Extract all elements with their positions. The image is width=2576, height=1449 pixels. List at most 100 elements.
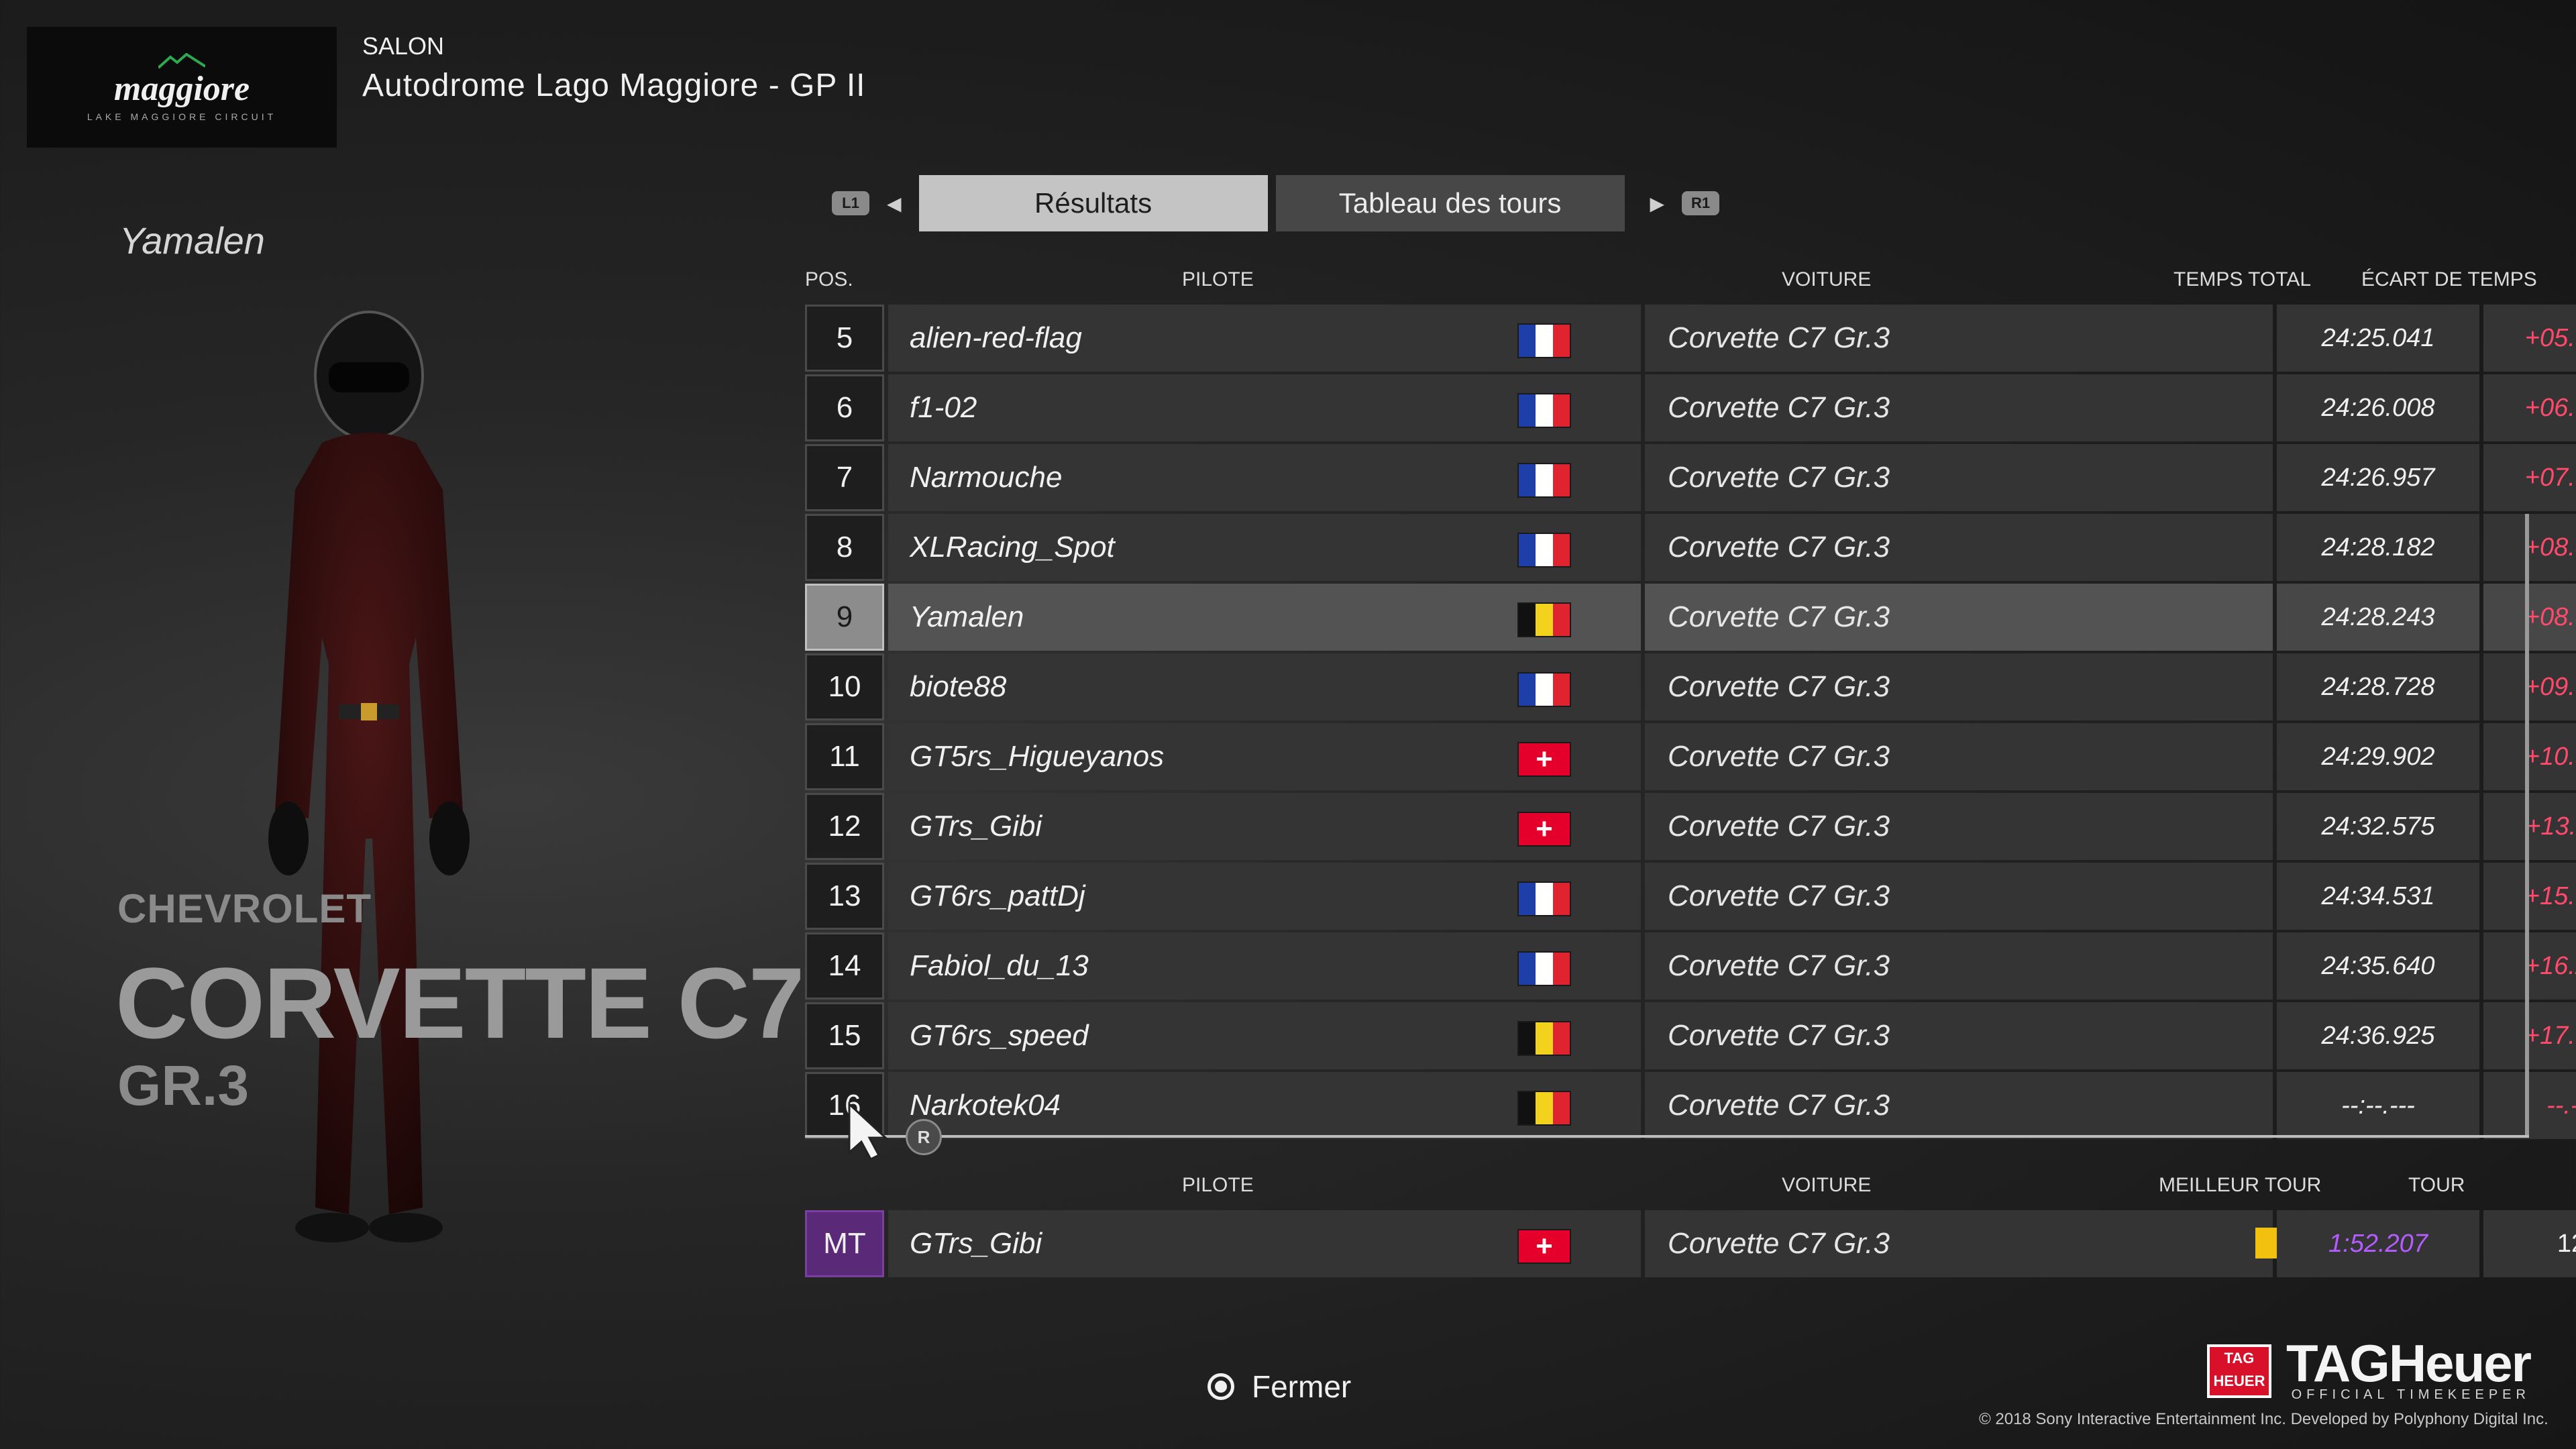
results-tabs: L1 ◀ Résultats Tableau des tours ▶ R1: [832, 174, 1720, 232]
l1-button-icon[interactable]: L1: [832, 191, 869, 215]
best-lap-number: 12: [2483, 1210, 2576, 1277]
pilot-name: biote88: [910, 670, 1007, 703]
results-header: POS. PILOTE VOITURE TEMPS TOTAL ÉCART DE…: [0, 268, 2576, 295]
table-row-selected[interactable]: 9 Yamalen Corvette C7 Gr.3 24:28.243+08.879: [805, 584, 2576, 653]
total-time: 24:28.728: [2277, 653, 2479, 720]
total-time: 24:32.575: [2277, 793, 2479, 860]
table-row[interactable]: 14 Fabiol_du_13 Corvette C7 Gr.3 24:35.640 +…: [805, 932, 2576, 1002]
table-row[interactable]: 7 Narmouche Corvette C7 Gr.3 24:26.957+07.5…: [805, 444, 2576, 514]
tagheuer-logo: TAG HEUER TAGHeuer OFFICIAL TIMEKEEPER: [2207, 1334, 2532, 1403]
tab-lap-chart[interactable]: Tableau des tours: [1275, 175, 1625, 231]
pilot-name: GT5rs_Higueyanos: [910, 740, 1165, 773]
table-divider: [805, 1135, 2529, 1138]
driver-name: Yamalen: [119, 219, 265, 262]
table-row[interactable]: 6 f1-02 Corvette C7 Gr.3 24:26.008+06.644: [805, 374, 2576, 444]
car-cell: Corvette C7 Gr.3: [1645, 723, 2273, 790]
total-time: 24:26.008: [2277, 374, 2479, 441]
total-time: 24:25.041: [2277, 305, 2479, 372]
switzerland-flag-icon: +: [1517, 1229, 1571, 1264]
total-time: 24:36.925: [2277, 1002, 2479, 1069]
pilot-cell: GT6rs_pattDj: [888, 863, 1641, 930]
table-row[interactable]: 15 GT6rs_speed Corvette C7 Gr.3 24:36.925 +1…: [805, 1002, 2576, 1072]
header-lap: TOUR: [2408, 1174, 2465, 1196]
best-lap-car-cell: Corvette C7 Gr.3: [1645, 1210, 2286, 1277]
car-cell: Corvette C7 Gr.3: [1645, 444, 2273, 511]
cursor-icon: [848, 1102, 888, 1161]
pilot-cell: alien-red-flag: [888, 305, 1641, 372]
table-row[interactable]: 16 Narkotek04 Corvette C7 Gr.3 --:--.--- --.…: [805, 1072, 2576, 1142]
header-best-lap: MEILLEUR TOUR: [2159, 1174, 2322, 1196]
car-name: Corvette C7 Gr.3: [1668, 810, 1890, 843]
header-best-pilot: PILOTE: [1182, 1174, 1254, 1196]
table-row[interactable]: 10 biote88 Corvette C7 Gr.3 24:28.728+09.36…: [805, 653, 2576, 723]
track-logo: maggiore LAKE MAGGIORE CIRCUIT: [27, 27, 337, 148]
car-name: Corvette C7 Gr.3: [1668, 1019, 1890, 1052]
header-car: VOITURE: [1782, 268, 1872, 290]
total-time: 24:28.243: [2277, 584, 2479, 651]
total-time: 24:29.902: [2277, 723, 2479, 790]
copyright: © 2018 Sony Interactive Entertainment In…: [1979, 1410, 2548, 1428]
car-name: Corvette C7 Gr.3: [1668, 949, 1890, 982]
time-gap: --.---: [2483, 1072, 2576, 1139]
tagheuer-wordmark: TAGHeuer: [2286, 1334, 2532, 1393]
france-flag-icon: [1517, 393, 1571, 428]
car-cell: Corvette C7 Gr.3: [1645, 305, 2273, 372]
time-gap: +06.644: [2483, 374, 2576, 441]
france-flag-icon: [1517, 951, 1571, 986]
switzerland-flag-icon: +: [1517, 742, 1571, 777]
position: 6: [805, 374, 884, 441]
position: 7: [805, 444, 884, 511]
time-gap: +10.538: [2483, 723, 2576, 790]
belgium-flag-icon: [1517, 1021, 1571, 1056]
best-lap-header: PILOTE VOITURE MEILLEUR TOUR TOUR: [0, 1174, 2576, 1201]
belgium-flag-icon: [1517, 602, 1571, 637]
pilot-cell: Narkotek04: [888, 1072, 1641, 1139]
car-class: GR.3: [117, 1054, 250, 1117]
pilot-cell: GT6rs_speed: [888, 1002, 1641, 1069]
r-stick-icon: R: [906, 1119, 942, 1155]
table-row[interactable]: 13 GT6rs_pattDj Corvette C7 Gr.3 24:34.531 +…: [805, 863, 2576, 932]
car-cell: Corvette C7 Gr.3: [1645, 514, 2273, 581]
pilot-cell: f1-02: [888, 374, 1641, 441]
car-model: CORVETTE C7: [115, 947, 804, 1059]
arrow-left-icon: ◀: [887, 193, 902, 214]
car-name: Corvette C7 Gr.3: [1668, 740, 1890, 773]
position: 9: [805, 584, 884, 651]
car-name: Corvette C7 Gr.3: [1668, 391, 1890, 424]
header-pos: POS.: [805, 268, 853, 290]
best-lap-row[interactable]: MT GTrs_Gibi + Corvette C7 Gr.3 1:52.207…: [805, 1210, 2576, 1277]
time-gap: +08.818: [2483, 514, 2576, 581]
pilot-cell: XLRacing_Spot: [888, 514, 1641, 581]
time-gap: +15.167: [2483, 863, 2576, 930]
pilot-name: GT6rs_pattDj: [910, 879, 1085, 912]
switzerland-flag-icon: +: [1517, 812, 1571, 847]
car-cell: Corvette C7 Gr.3: [1645, 932, 2273, 1000]
car-cell: Corvette C7 Gr.3: [1645, 1072, 2273, 1139]
table-row[interactable]: 11 GT5rs_Higueyanos + Corvette C7 Gr.3 24:29…: [805, 723, 2576, 793]
car-name: Corvette C7 Gr.3: [1668, 879, 1890, 912]
pilot-cell: Fabiol_du_13: [888, 932, 1641, 1000]
close-button[interactable]: Fermer: [1208, 1368, 1351, 1405]
tab-results[interactable]: Résultats: [918, 175, 1268, 231]
table-row[interactable]: 12 GTrs_Gibi + Corvette C7 Gr.3 24:32.575 +13…: [805, 793, 2576, 863]
table-row[interactable]: 8 XLRacing_Spot Corvette C7 Gr.3 24:28.182 +…: [805, 514, 2576, 584]
scrollbar[interactable]: [2525, 514, 2529, 1138]
position: 14: [805, 932, 884, 1000]
header-best-car: VOITURE: [1782, 1174, 1872, 1196]
header-pilot: PILOTE: [1182, 268, 1254, 290]
table-row[interactable]: 5 alien-red-flag Corvette C7 Gr.3 24:25.041…: [805, 305, 2576, 374]
position: 11: [805, 723, 884, 790]
car-cell: Corvette C7 Gr.3: [1645, 793, 2273, 860]
r1-button-icon[interactable]: R1: [1682, 191, 1720, 215]
logo-text: maggiore: [113, 69, 250, 108]
results-table: 5 alien-red-flag Corvette C7 Gr.3 24:25.041…: [805, 305, 2576, 1142]
track-name: Autodrome Lago Maggiore - GP II: [362, 68, 866, 103]
best-lap-time: 1:52.207: [2277, 1210, 2479, 1277]
france-flag-icon: [1517, 672, 1571, 707]
arrow-right-icon: ▶: [1650, 193, 1665, 214]
car-cell: Corvette C7 Gr.3: [1645, 584, 2273, 651]
position: 13: [805, 863, 884, 930]
close-label: Fermer: [1252, 1369, 1352, 1404]
car-cell: Corvette C7 Gr.3: [1645, 374, 2273, 441]
best-lap-badge: MT: [805, 1210, 884, 1277]
